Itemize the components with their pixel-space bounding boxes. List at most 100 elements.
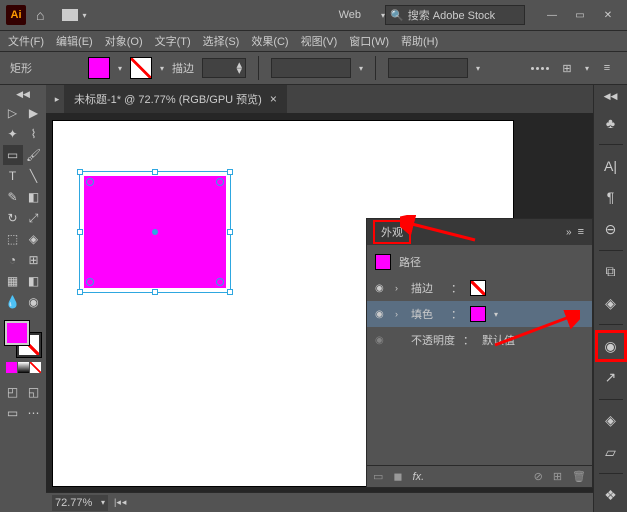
add-fill-icon[interactable]: ◼ xyxy=(393,470,402,483)
align-icon[interactable]: ⊞ xyxy=(557,58,577,78)
perspective-tool[interactable]: ⊞ xyxy=(24,250,44,270)
magic-wand-tool[interactable]: ✦ xyxy=(3,124,23,144)
stroke-label[interactable]: 描边 xyxy=(172,60,194,76)
fill-swatch[interactable] xyxy=(470,306,486,322)
mesh-tool[interactable]: ▦ xyxy=(3,271,23,291)
panel-menu-icon[interactable]: ≡ xyxy=(597,58,617,78)
appearance-stroke-row[interactable]: ◉ › 描边 ： xyxy=(367,275,592,301)
type-tool[interactable]: T xyxy=(3,166,23,186)
chevron-down-icon[interactable]: ▾ xyxy=(476,64,480,73)
brush-input[interactable] xyxy=(271,58,351,78)
scale-tool[interactable]: ⤢ xyxy=(24,208,44,228)
corner-widget[interactable] xyxy=(86,278,94,286)
paintbrush-tool[interactable]: 🖌 xyxy=(24,145,44,165)
draw-behind-icon[interactable]: ◱ xyxy=(24,382,44,402)
resize-handle[interactable] xyxy=(227,289,233,295)
artboard-nav[interactable]: |◂◂ xyxy=(114,497,126,508)
glyphs-icon[interactable]: ⊖ xyxy=(600,218,622,240)
color-mode-solid[interactable] xyxy=(6,362,17,373)
resize-handle[interactable] xyxy=(152,169,158,175)
menu-edit[interactable]: 编辑(E) xyxy=(56,33,93,49)
resize-handle[interactable] xyxy=(77,169,83,175)
visibility-icon[interactable]: ◉ xyxy=(375,335,387,346)
panel-menu-icon[interactable]: ≡ xyxy=(578,226,584,238)
gradient-tool[interactable]: ◧ xyxy=(24,271,44,291)
style-input[interactable] xyxy=(388,58,468,78)
visibility-icon[interactable]: ◉ xyxy=(375,283,387,294)
character-icon[interactable]: A| xyxy=(600,155,622,177)
resize-handle[interactable] xyxy=(77,289,83,295)
free-transform-tool[interactable]: ◈ xyxy=(24,229,44,249)
chevron-down-icon[interactable]: ▾ xyxy=(585,64,589,73)
stroke-swatch[interactable] xyxy=(470,280,486,296)
chevron-down-icon[interactable]: ▾ xyxy=(160,64,164,73)
artboards-icon[interactable]: ▱ xyxy=(600,442,622,464)
symbols-icon[interactable]: ❖ xyxy=(600,484,622,506)
collapse-icon[interactable]: ◀◀ xyxy=(604,91,618,102)
zoom-input[interactable]: 72.77% ▾ xyxy=(52,495,108,511)
chevron-down-icon[interactable]: ▾ xyxy=(118,64,122,73)
resize-handle[interactable] xyxy=(152,289,158,295)
color-icon[interactable]: ◈ xyxy=(600,293,622,315)
menu-window[interactable]: 窗口(W) xyxy=(349,33,389,49)
clear-icon[interactable]: ⊘ xyxy=(534,470,543,483)
maximize-button[interactable]: ▭ xyxy=(567,6,593,24)
delete-icon[interactable]: 🗑 xyxy=(572,470,586,483)
menu-effect[interactable]: 效果(C) xyxy=(251,33,288,49)
center-point[interactable] xyxy=(152,229,158,235)
chevron-right-icon[interactable]: › xyxy=(395,309,403,319)
pencil-tool[interactable]: ✎ xyxy=(3,187,23,207)
appearance-object-row[interactable]: 路径 xyxy=(367,249,592,275)
rotate-tool[interactable]: ↻ xyxy=(3,208,23,228)
stroke-swatch[interactable] xyxy=(130,57,152,79)
menu-help[interactable]: 帮助(H) xyxy=(401,33,438,49)
line-tool[interactable]: ╲ xyxy=(24,166,44,186)
corner-widget[interactable] xyxy=(86,178,94,186)
close-button[interactable]: ✕ xyxy=(595,6,621,24)
color-picker[interactable] xyxy=(5,321,41,357)
chevron-right-icon[interactable]: › xyxy=(395,283,403,293)
layers-icon[interactable]: ◈ xyxy=(600,410,622,432)
shape-builder-tool[interactable]: ◔ xyxy=(3,250,23,270)
workspace-label[interactable]: Web xyxy=(339,9,361,21)
color-mode-none[interactable] xyxy=(30,362,41,373)
minimize-button[interactable]: — xyxy=(539,6,565,24)
duplicate-icon[interactable]: ⊞ xyxy=(553,470,562,483)
chevron-down-icon[interactable]: ▾ xyxy=(359,64,363,73)
corner-widget[interactable] xyxy=(216,178,224,186)
more-options-icon[interactable] xyxy=(531,67,549,70)
eraser-tool[interactable]: ◧ xyxy=(24,187,44,207)
chevron-down-icon[interactable]: ▾ xyxy=(494,310,498,319)
links-icon[interactable]: ⧉ xyxy=(600,261,622,283)
draw-mode-icon[interactable]: ◰ xyxy=(3,382,23,402)
rectangle-tool[interactable]: ▭ xyxy=(3,145,23,165)
cc-libraries-icon[interactable]: ♣ xyxy=(600,112,622,134)
document-tab[interactable]: 未标题-1* @ 72.77% (RGB/GPU 预览) × xyxy=(64,85,287,113)
corner-widget[interactable] xyxy=(216,278,224,286)
home-icon[interactable]: ⌂ xyxy=(36,7,44,23)
menu-file[interactable]: 文件(F) xyxy=(8,33,44,49)
close-tab-icon[interactable]: × xyxy=(270,92,277,106)
menu-type[interactable]: 文字(T) xyxy=(155,33,191,49)
add-stroke-icon[interactable]: ▭ xyxy=(373,470,383,483)
menu-view[interactable]: 视图(V) xyxy=(301,33,338,49)
lasso-tool[interactable]: ⌇ xyxy=(24,124,44,144)
graphic-styles-icon[interactable]: ↗ xyxy=(600,367,622,389)
collapse-icon[interactable]: ◀◀ xyxy=(16,89,30,100)
fill-color-swatch[interactable] xyxy=(5,321,29,345)
stroke-weight-input[interactable]: ▴▾ xyxy=(202,58,246,78)
search-input[interactable]: 🔍 搜索 Adobe Stock xyxy=(385,5,525,25)
collapse-icon[interactable]: ▸ xyxy=(50,92,64,106)
selected-rectangle[interactable] xyxy=(79,171,231,293)
add-effect-icon[interactable]: fx. xyxy=(413,471,425,483)
screen-mode-icon[interactable]: ▭ xyxy=(3,403,23,423)
menu-select[interactable]: 选择(S) xyxy=(203,33,240,49)
resize-handle[interactable] xyxy=(227,229,233,235)
edit-toolbar-icon[interactable]: ⋯ xyxy=(24,403,44,423)
resize-handle[interactable] xyxy=(227,169,233,175)
panel-expand-icon[interactable]: » xyxy=(566,227,572,238)
appearance-panel-title[interactable]: 外观 xyxy=(375,222,409,242)
direct-selection-tool[interactable]: ▶ xyxy=(24,103,44,123)
paragraph-icon[interactable]: ¶ xyxy=(600,186,622,208)
fill-swatch[interactable] xyxy=(88,57,110,79)
